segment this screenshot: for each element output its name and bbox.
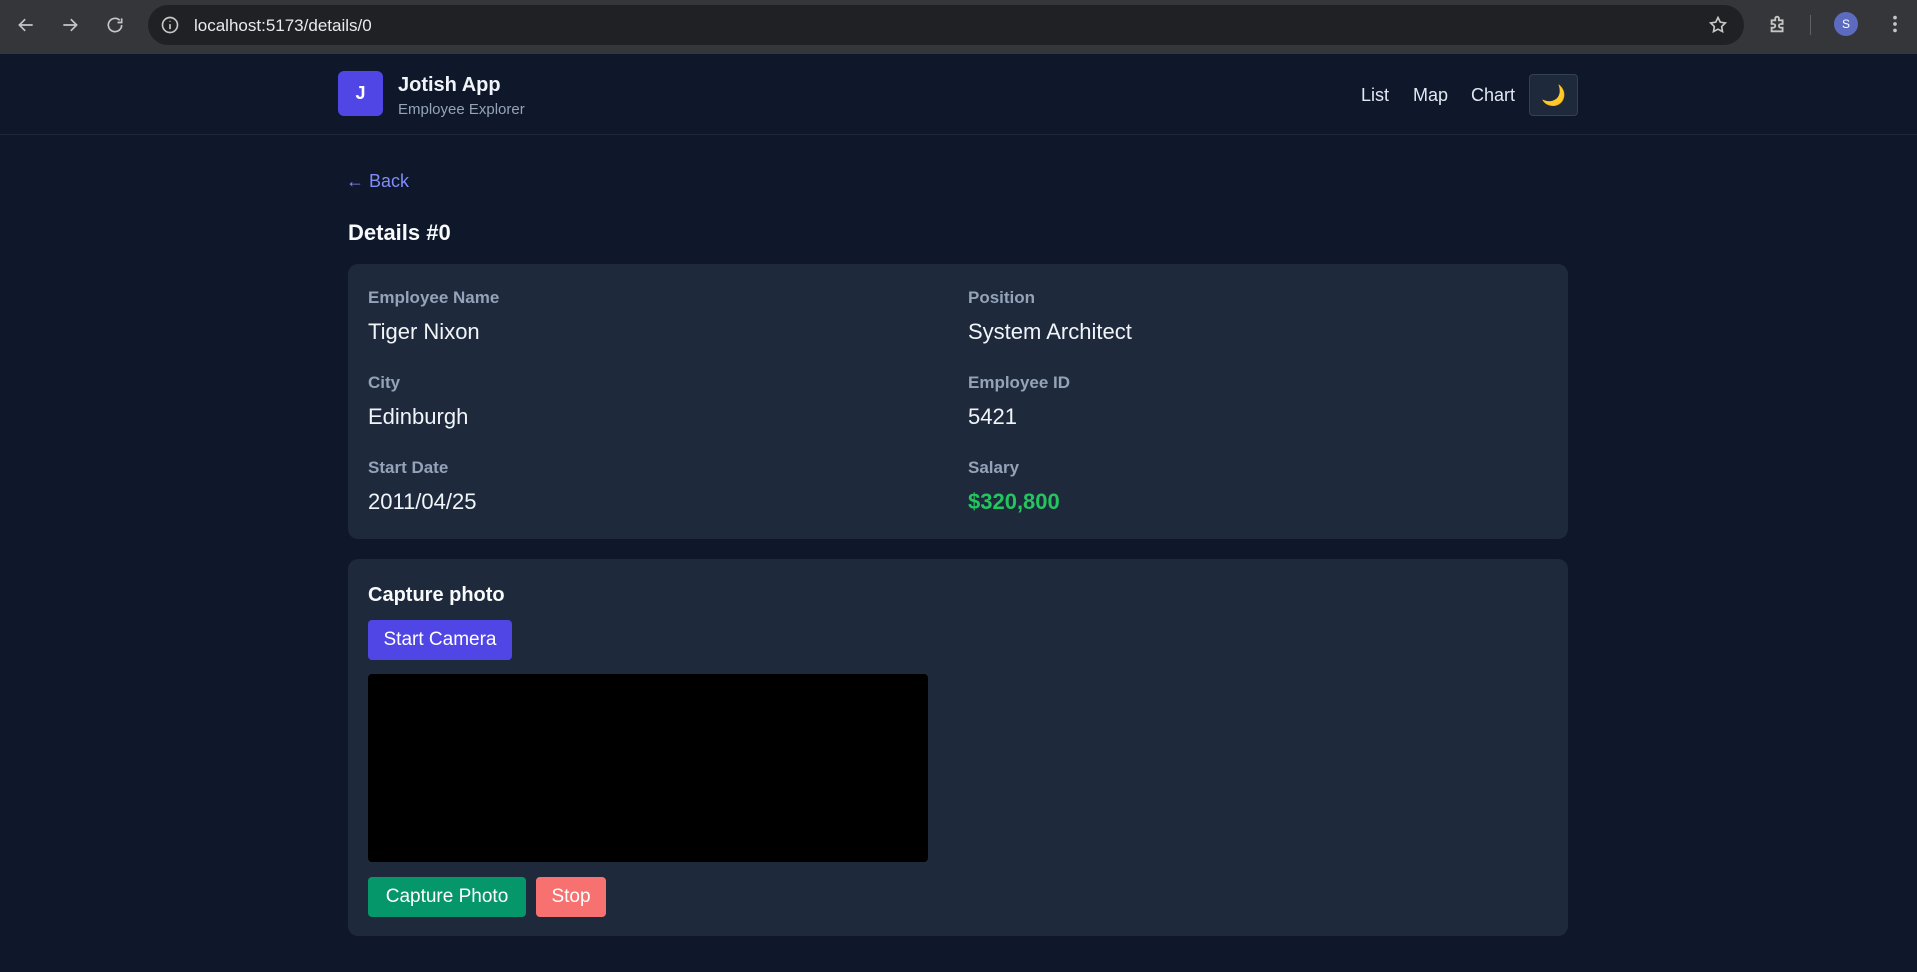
extensions-puzzle-icon[interactable] [1767,13,1789,35]
stop-camera-button[interactable]: Stop [536,877,606,917]
toolbar-separator [1810,15,1811,35]
start-camera-button[interactable]: Start Camera [368,620,512,660]
browser-menu-icon[interactable] [1884,13,1906,35]
app-subtitle: Employee Explorer [398,101,525,118]
app-header: J Jotish App Employee Explorer List Map … [0,54,1917,135]
site-info-icon[interactable] [160,15,180,35]
salary-label: Salary [968,458,1020,477]
reload-icon[interactable] [101,11,129,39]
url-text[interactable]: localhost:5173/details/0 [194,16,372,36]
capture-photo-card: Capture photo Start Camera Capture Photo… [348,559,1568,936]
nav-link-chart[interactable]: Chart [1471,85,1515,106]
forward-arrow-icon[interactable] [56,11,84,39]
bookmark-star-icon[interactable] [1708,15,1728,35]
salary-value: $320,800 [968,489,1060,514]
camera-preview [368,674,928,862]
app-logo: J [338,71,383,116]
nav-link-list[interactable]: List [1361,85,1389,106]
back-link[interactable]: ← Back [346,171,409,192]
employee-name-label: Employee Name [368,288,500,307]
employee-details-card: Employee Name Tiger Nixon Position Syste… [348,264,1568,539]
browser-toolbar: localhost:5173/details/0 S [0,0,1917,54]
moon-icon: 🌙 [1541,84,1566,107]
position-value: System Architect [968,319,1132,344]
employee-name-value: Tiger Nixon [368,319,480,344]
start-date-value: 2011/04/25 [368,489,477,514]
back-arrow-icon[interactable] [12,11,40,39]
theme-toggle-button[interactable]: 🌙 [1529,74,1578,116]
position-label: Position [968,288,1036,307]
page-title: Details #0 [348,220,451,245]
nav-link-map[interactable]: Map [1413,85,1448,106]
capture-photo-button[interactable]: Capture Photo [368,877,526,917]
employee-id-label: Employee ID [968,373,1071,392]
city-label: City [368,373,401,392]
address-bar[interactable]: localhost:5173/details/0 [148,5,1744,45]
employee-id-value: 5421 [968,404,1017,429]
profile-avatar[interactable]: S [1834,12,1858,36]
capture-section-title: Capture photo [368,584,505,606]
app-title: Jotish App [398,74,501,96]
start-date-label: Start Date [368,458,449,477]
city-value: Edinburgh [368,404,469,429]
